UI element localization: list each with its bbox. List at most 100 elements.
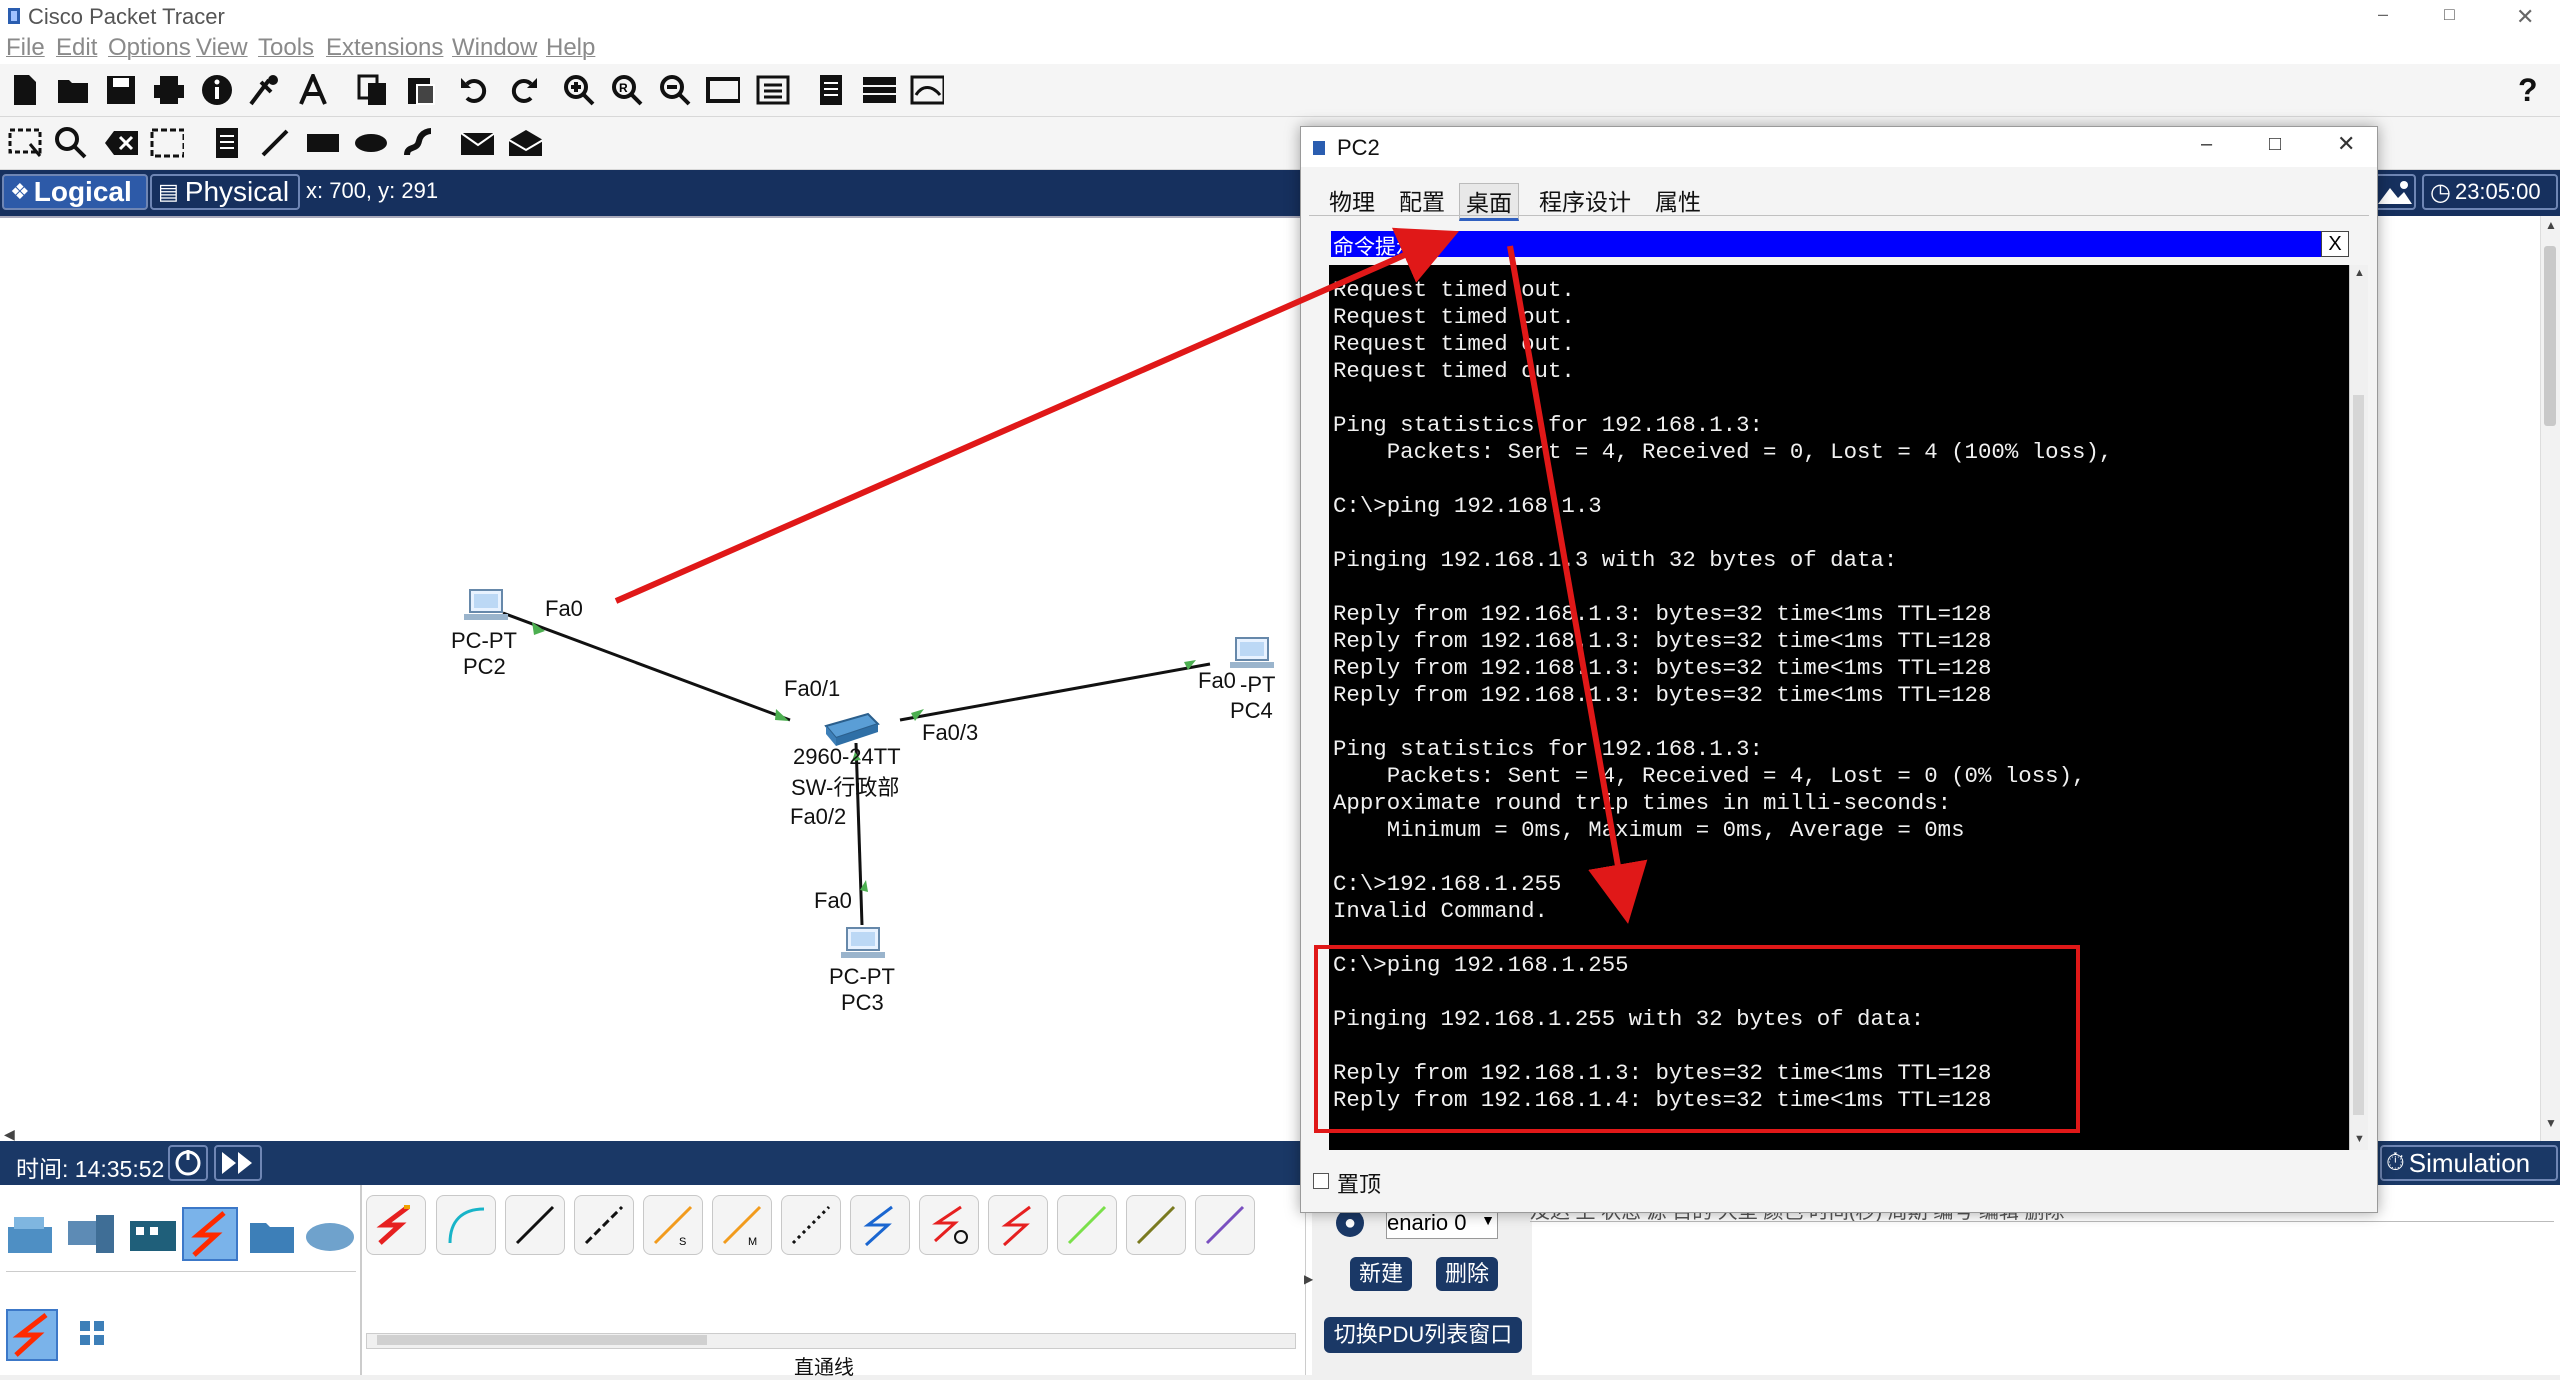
fast-forward-icon[interactable] xyxy=(214,1145,262,1181)
cable-usb-icon[interactable] xyxy=(1195,1195,1255,1255)
cable-coaxial-icon[interactable] xyxy=(850,1195,910,1255)
delete-scenario-button[interactable]: 删除 xyxy=(1436,1257,1498,1291)
activity-wizard-icon[interactable] xyxy=(296,73,330,107)
environment-icon[interactable] xyxy=(2374,174,2416,210)
paste-icon[interactable] xyxy=(404,73,438,107)
menu-extensions[interactable]: Extensions xyxy=(326,34,443,62)
components-icon[interactable] xyxy=(128,1213,180,1262)
pc2-minimize-icon[interactable]: – xyxy=(2201,133,2212,156)
toggle-pdu-list-button[interactable]: 切换PDU列表窗口 xyxy=(1324,1317,1522,1353)
simulation-button[interactable]: ⏱ Simulation xyxy=(2380,1145,2558,1181)
pc2-maximize-icon[interactable]: □ xyxy=(2269,133,2281,156)
connection-subtype-icon[interactable] xyxy=(6,1309,58,1361)
note-icon[interactable] xyxy=(210,126,244,160)
pc2-close-icon[interactable]: ✕ xyxy=(2337,131,2355,157)
power-cycle-icon[interactable] xyxy=(168,1145,208,1181)
network-devices-icon[interactable] xyxy=(6,1213,56,1262)
workspace-vertical-scrollbar[interactable]: ▲ ▼ xyxy=(2540,216,2560,1141)
logical-tab[interactable]: ❖ Logical xyxy=(2,174,148,210)
simple-pdu-icon[interactable] xyxy=(460,126,494,160)
delete-icon[interactable] xyxy=(104,126,138,160)
tab-bar-divider xyxy=(1309,215,2369,216)
grid-view-icon[interactable] xyxy=(78,1319,106,1352)
tab-config[interactable]: 配置 xyxy=(1399,183,1445,217)
scenario-select[interactable]: enario 0 ▼ xyxy=(1386,1209,1498,1239)
drawing-palette-icon[interactable] xyxy=(706,73,740,107)
network-wizard-icon[interactable] xyxy=(248,73,282,107)
cable-fiber-single-icon[interactable]: S xyxy=(643,1195,703,1255)
menu-tools[interactable]: Tools xyxy=(258,34,314,62)
notes-icon[interactable] xyxy=(814,73,848,107)
device-search-box[interactable] xyxy=(6,1271,356,1300)
tab-programming[interactable]: 程序设计 xyxy=(1539,183,1631,217)
cable-serial-dte-icon[interactable] xyxy=(988,1195,1048,1255)
line-icon[interactable] xyxy=(258,126,292,160)
undo-icon[interactable] xyxy=(458,73,492,107)
menu-window[interactable]: Window xyxy=(452,34,537,62)
cable-list-scrollbar[interactable] xyxy=(366,1333,1296,1349)
new-file-icon[interactable] xyxy=(8,73,42,107)
complex-pdu-icon[interactable] xyxy=(508,126,542,160)
topmost-checkbox[interactable] xyxy=(1313,1173,1329,1189)
freeform-icon[interactable] xyxy=(402,126,436,160)
cluster-icon[interactable] xyxy=(862,73,896,107)
scrollbar-thumb[interactable] xyxy=(2544,246,2556,426)
zoom-reset-icon[interactable]: R xyxy=(610,73,644,107)
minimize-icon[interactable]: – xyxy=(2378,4,2388,25)
cable-octal-icon[interactable] xyxy=(1057,1195,1117,1255)
tab-attributes[interactable]: 属性 xyxy=(1655,183,1701,217)
cable-serial-dce-icon[interactable] xyxy=(919,1195,979,1255)
rectangle-icon[interactable] xyxy=(306,126,340,160)
terminal-scrollbar[interactable]: ▲ ▼ xyxy=(2349,265,2368,1150)
new-scenario-button[interactable]: 新建 xyxy=(1350,1257,1412,1291)
scroll-up-icon[interactable]: ▲ xyxy=(2545,218,2557,232)
menu-edit[interactable]: Edit xyxy=(56,34,97,62)
copy-icon[interactable] xyxy=(356,73,390,107)
scenario-info-icon[interactable]: ● xyxy=(1336,1209,1364,1237)
menu-options[interactable]: Options xyxy=(108,34,191,62)
open-folder-icon[interactable] xyxy=(56,73,90,107)
zoom-in-icon[interactable] xyxy=(562,73,596,107)
maximize-icon[interactable]: □ xyxy=(2444,4,2455,25)
zoom-out-icon[interactable] xyxy=(658,73,692,107)
scroll-down-icon[interactable]: ▼ xyxy=(2354,1133,2365,1145)
tab-physical[interactable]: 物理 xyxy=(1329,183,1375,217)
cable-fiber-multi-icon[interactable]: M xyxy=(712,1195,772,1255)
cable-crossover-icon[interactable] xyxy=(574,1195,634,1255)
menu-help[interactable]: Help xyxy=(546,34,595,62)
panel-collapse-icon[interactable]: ▶ xyxy=(1304,1272,1313,1286)
scrollbar-thumb[interactable] xyxy=(377,1335,707,1345)
select-icon[interactable] xyxy=(8,126,42,160)
end-devices-icon[interactable] xyxy=(66,1213,118,1262)
redo-icon[interactable] xyxy=(506,73,540,107)
scrollbar-thumb[interactable] xyxy=(2353,395,2364,1115)
info-icon[interactable] xyxy=(200,73,234,107)
connections-icon[interactable] xyxy=(182,1207,238,1261)
viewport-icon[interactable] xyxy=(910,73,944,107)
help-button[interactable]: ? xyxy=(2518,72,2538,109)
custom-device-icon[interactable] xyxy=(756,73,790,107)
menu-file[interactable]: File xyxy=(6,34,45,62)
physical-tab[interactable]: ▤ Physical xyxy=(150,174,300,210)
close-icon[interactable]: ✕ xyxy=(2516,4,2534,30)
print-icon[interactable] xyxy=(152,73,186,107)
command-prompt-close-button[interactable]: X xyxy=(2321,231,2349,257)
pc2-device-icon xyxy=(464,589,508,620)
cable-automatic-icon[interactable] xyxy=(366,1195,426,1255)
cable-iot-icon[interactable] xyxy=(1126,1195,1186,1255)
miscellaneous-icon[interactable] xyxy=(248,1215,296,1260)
menu-view[interactable]: View xyxy=(196,34,248,62)
logical-workspace[interactable]: PC-PT PC2 Fa0 Fa0/1 Fa0/3 2960-24TT SW-行… xyxy=(0,216,1305,1143)
inspect-icon[interactable] xyxy=(54,126,88,160)
resize-icon[interactable] xyxy=(150,126,184,160)
save-icon[interactable] xyxy=(104,73,138,107)
wan-emulation-icon[interactable] xyxy=(304,1215,356,1260)
ellipse-icon[interactable] xyxy=(354,126,388,160)
scroll-down-icon[interactable]: ▼ xyxy=(2545,1116,2557,1130)
window-title: Cisco Packet Tracer xyxy=(28,4,225,29)
clock-box[interactable]: ◷ 23:05:00 xyxy=(2422,174,2558,210)
cable-phone-icon[interactable] xyxy=(781,1195,841,1255)
cable-straight-through-icon[interactable] xyxy=(505,1195,565,1255)
scroll-up-icon[interactable]: ▲ xyxy=(2354,267,2365,279)
cable-console-icon[interactable] xyxy=(436,1195,496,1255)
